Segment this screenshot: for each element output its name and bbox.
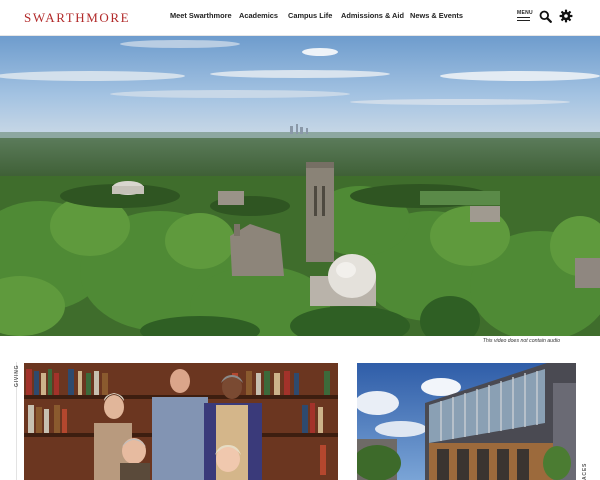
swarthmore-logo[interactable]: SWARTHMORE: [24, 10, 130, 26]
nav-admissions-aid[interactable]: Admissions & Aid: [341, 11, 404, 20]
nav-academics[interactable]: Academics: [239, 11, 278, 20]
menu-button[interactable]: MENU: [517, 10, 533, 24]
alumni-group-photo: [24, 363, 338, 480]
site-header: SWARTHMORE Meet Swarthmore Academics Cam…: [0, 0, 600, 36]
right-section-label: ACES: [582, 462, 588, 480]
giving-section-label: GIVING: [14, 364, 20, 387]
campus-building-image[interactable]: [357, 363, 576, 480]
menu-label: MENU: [517, 10, 533, 16]
gear-icon: [559, 9, 573, 23]
settings-button[interactable]: [559, 9, 573, 23]
hamburger-icon: [517, 17, 530, 22]
search-button[interactable]: [539, 10, 552, 23]
nav-meet-swarthmore[interactable]: Meet Swarthmore: [170, 11, 232, 20]
search-icon: [539, 10, 552, 23]
campus-aerial-image: [0, 36, 600, 336]
modern-building-photo: [357, 363, 576, 480]
nav-news-events[interactable]: News & Events: [410, 11, 463, 20]
nav-campus-life[interactable]: Campus Life: [288, 11, 332, 20]
hero-campus-video[interactable]: [0, 36, 600, 336]
giving-feature-image[interactable]: [24, 363, 338, 480]
video-audio-note: This video does not contain audio: [482, 338, 560, 344]
